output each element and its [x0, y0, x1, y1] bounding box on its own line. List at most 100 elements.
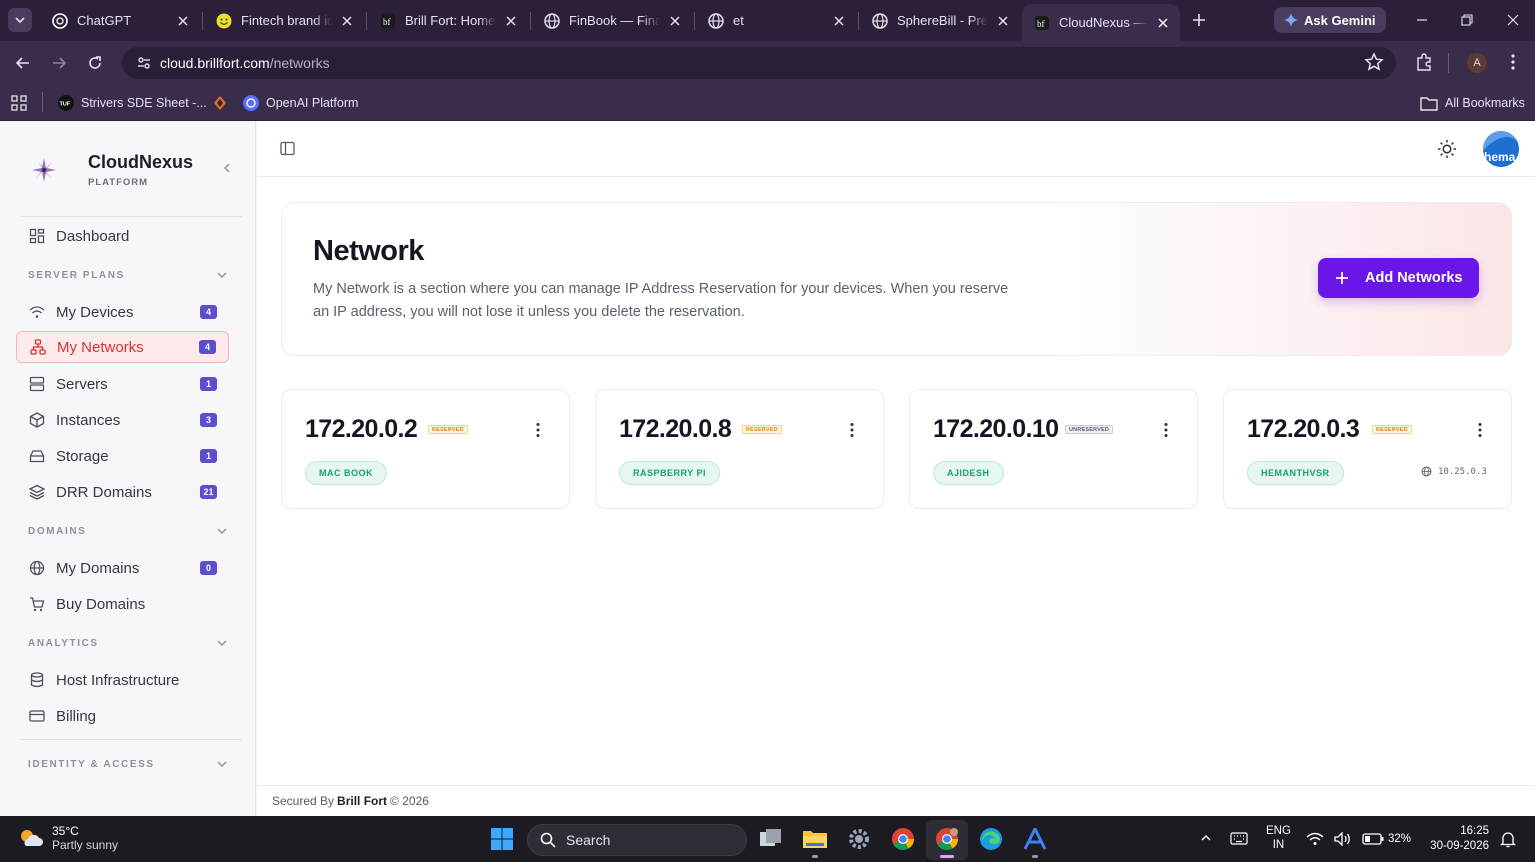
footer-prefix: Secured By: [272, 794, 335, 808]
new-tab-button[interactable]: [1188, 9, 1210, 31]
browser-menu-button[interactable]: [1503, 52, 1523, 72]
sidebar-item-my-devices[interactable]: My Devices 4: [16, 296, 229, 328]
profile-avatar-button[interactable]: A: [1467, 53, 1487, 73]
sun-icon[interactable]: [1437, 139, 1457, 159]
globe-icon: [708, 12, 724, 29]
footer-company[interactable]: Brill Fort: [337, 794, 387, 808]
tab-title: ChatGPT: [77, 13, 132, 28]
close-tab-icon[interactable]: [338, 12, 356, 30]
bell-icon: [1500, 832, 1516, 848]
taskbar-search[interactable]: Search: [527, 824, 747, 856]
close-tab-icon[interactable]: [666, 12, 684, 30]
reload-button[interactable]: [84, 52, 106, 74]
file-explorer-button[interactable]: [802, 826, 828, 852]
tab-brillfort-home[interactable]: bf Brill Fort: Home: [368, 4, 528, 37]
clock[interactable]: 16:25 30-09-2026: [1427, 824, 1489, 854]
more-vertical-icon[interactable]: [1478, 422, 1482, 438]
sidebar-item-dashboard[interactable]: Dashboard: [16, 220, 229, 252]
section-identity-access[interactable]: IDENTITY & ACCESS: [28, 757, 228, 771]
sidebar-item-drr-domains[interactable]: DRR Domains 21: [16, 476, 229, 508]
tab-et[interactable]: et: [696, 4, 856, 37]
bookmark-openai[interactable]: OpenAI Platform: [243, 93, 358, 113]
svg-text:bf: bf: [383, 17, 391, 27]
task-view-button[interactable]: [758, 826, 784, 852]
credit-card-icon: [28, 707, 46, 725]
more-vertical-icon[interactable]: [850, 422, 854, 438]
sidebar-item-buy-domains[interactable]: Buy Domains: [16, 588, 229, 620]
close-tab-icon[interactable]: [830, 12, 848, 30]
close-tab-icon[interactable]: [1154, 14, 1172, 32]
chrome-profile-button[interactable]: [934, 826, 960, 852]
edge-button[interactable]: [978, 826, 1004, 852]
tab-chatgpt[interactable]: ChatGPT: [40, 4, 200, 37]
weather-widget[interactable]: 35°C Partly sunny: [18, 824, 118, 852]
sidebar-item-my-networks[interactable]: My Networks 4: [16, 331, 229, 363]
sidebar-item-instances[interactable]: Instances 3: [16, 404, 229, 436]
sidebar-item-billing[interactable]: Billing: [16, 700, 229, 732]
close-window-button[interactable]: [1503, 10, 1523, 30]
collapse-sidebar-chevron-icon[interactable]: [220, 161, 234, 175]
dashboard-icon: [28, 227, 46, 245]
section-domains[interactable]: DOMAINS: [28, 524, 228, 538]
sidebar-item-host-infrastructure[interactable]: Host Infrastructure: [16, 664, 229, 696]
close-tab-icon[interactable]: [994, 12, 1012, 30]
minimize-button[interactable]: [1412, 10, 1432, 30]
chatgpt-icon: [52, 12, 68, 29]
network-card[interactable]: 172.20.0.3 RESERVED HEMANTHVSR 10.25.0.3: [1223, 389, 1512, 509]
tab-finbook[interactable]: FinBook — Financ: [532, 4, 692, 37]
extensions-button[interactable]: [1414, 52, 1434, 72]
all-bookmarks-button[interactable]: All Bookmarks: [1420, 93, 1525, 113]
sidebar-item-servers[interactable]: Servers 1: [16, 368, 229, 400]
ip-address: 172.20.0.8: [619, 415, 732, 443]
section-analytics[interactable]: ANALYTICS: [28, 636, 228, 650]
ask-gemini-button[interactable]: Ask Gemini: [1274, 7, 1386, 33]
volume-icon: [1334, 832, 1350, 846]
plus-icon: [1193, 14, 1205, 26]
add-networks-button[interactable]: Add Networks: [1318, 258, 1479, 298]
tab-spherebill[interactable]: SphereBill - Prem: [860, 4, 1020, 37]
start-button[interactable]: [489, 826, 515, 852]
close-tab-icon[interactable]: [502, 12, 520, 30]
notifications-button[interactable]: [1500, 831, 1516, 848]
section-server-plans[interactable]: SERVER PLANS: [28, 268, 228, 282]
tab-cloudnexus[interactable]: bf CloudNexus — E: [1022, 4, 1180, 41]
weather-temp: 35°C: [52, 824, 79, 838]
sidebar-item-my-domains[interactable]: My Domains 0: [16, 552, 229, 584]
sidebar-toggle-icon[interactable]: [280, 141, 295, 156]
address-bar[interactable]: cloud.brillfort.com/networks: [122, 47, 1396, 79]
bookmark-untitled[interactable]: [212, 93, 235, 113]
chrome-button[interactable]: [890, 826, 916, 852]
show-hidden-icons[interactable]: [1200, 832, 1212, 844]
user-avatar[interactable]: hema: [1483, 131, 1519, 167]
bookmark-star-button[interactable]: [1364, 52, 1384, 72]
sidebar-item-label: Host Infrastructure: [56, 671, 180, 689]
apps-button[interactable]: [11, 93, 27, 113]
count-badge: 4: [200, 305, 217, 319]
sidebar-item-label: Dashboard: [56, 227, 130, 245]
network-card[interactable]: 172.20.0.10 UNRESERVED AJIDESH: [909, 389, 1198, 509]
quick-settings[interactable]: 32%: [1306, 832, 1411, 846]
globe-icon: [28, 559, 46, 577]
close-tab-icon[interactable]: [174, 12, 192, 30]
status-badge: RESERVED: [428, 425, 468, 434]
network-card[interactable]: 172.20.0.8 RESERVED RASPBERRY PI: [595, 389, 884, 509]
ip-address: 172.20.0.10: [933, 415, 1059, 443]
back-button[interactable]: [12, 52, 34, 74]
brand-name: CloudNexus: [88, 152, 194, 172]
more-vertical-icon[interactable]: [536, 422, 540, 438]
keyboard-button[interactable]: [1230, 832, 1248, 845]
sidebar-item-label: Storage: [56, 447, 109, 465]
chevron-down-icon: [15, 17, 25, 24]
settings-button[interactable]: [846, 826, 872, 852]
network-card[interactable]: 172.20.0.2 RESERVED MAC BOOK: [281, 389, 570, 509]
app-launcher-button[interactable]: [1022, 826, 1048, 852]
tab-search-button[interactable]: [8, 8, 32, 32]
chevron-down-icon: [217, 640, 227, 646]
forward-button[interactable]: [48, 52, 70, 74]
tab-fintech[interactable]: Fintech brand ide: [204, 4, 364, 37]
restore-button[interactable]: [1457, 10, 1477, 30]
language-indicator[interactable]: ENG IN: [1266, 824, 1291, 852]
more-vertical-icon[interactable]: [1164, 422, 1168, 438]
sidebar-item-storage[interactable]: Storage 1: [16, 440, 229, 472]
bookmark-strivers[interactable]: TUF Strivers SDE Sheet -...: [58, 93, 207, 113]
